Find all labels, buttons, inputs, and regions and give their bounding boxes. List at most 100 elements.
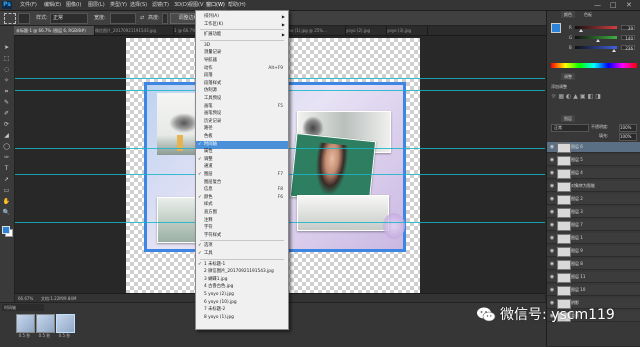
layer-row[interactable]: ◉ 图层 7 bbox=[547, 220, 640, 231]
dodge-tool-icon[interactable]: ◯ bbox=[2, 143, 11, 151]
swatches-panel-tab[interactable]: 色板 bbox=[581, 11, 595, 18]
document-tab[interactable]: mx (1).jpg @ 25%... bbox=[285, 26, 346, 35]
eye-icon[interactable]: ◉ bbox=[549, 144, 555, 150]
width-field[interactable] bbox=[110, 13, 136, 24]
tool-preset-picker[interactable] bbox=[18, 13, 30, 24]
animation-frame[interactable] bbox=[36, 314, 55, 333]
eye-icon[interactable]: ◉ bbox=[549, 170, 555, 176]
move-tool-icon[interactable]: ➤ bbox=[2, 44, 11, 52]
document-tab[interactable]: 微信图片_20170921191543.jpg bbox=[93, 26, 174, 35]
menu-3[interactable]: 图像(I) bbox=[64, 0, 83, 10]
layer-thumbnail bbox=[557, 208, 571, 218]
eye-icon[interactable]: ◉ bbox=[549, 274, 555, 280]
zoom-tool-icon[interactable]: 🔍 bbox=[2, 209, 11, 217]
eye-icon[interactable]: ◉ bbox=[549, 287, 555, 293]
layer-row[interactable]: ◉ 对象转为智能 bbox=[547, 181, 640, 192]
menu-11[interactable]: 帮助(H) bbox=[226, 0, 248, 10]
slider-value-field[interactable]: 236 bbox=[621, 45, 635, 51]
type-tool-icon[interactable]: T bbox=[2, 165, 11, 173]
window-menu-item[interactable]: 扩展功能 ▶ bbox=[196, 31, 288, 39]
lasso-tool-icon[interactable]: ◌ bbox=[2, 66, 11, 74]
blend-mode-select[interactable]: 正常 bbox=[551, 124, 589, 132]
foreground-color-icon[interactable] bbox=[2, 226, 10, 234]
layer-row[interactable]: ◉ 图层 1 bbox=[547, 233, 640, 244]
eye-icon[interactable]: ◉ bbox=[549, 235, 555, 241]
eye-icon[interactable]: ◉ bbox=[549, 222, 555, 228]
color-slider[interactable] bbox=[575, 46, 617, 49]
close-button[interactable]: ✕ bbox=[626, 0, 632, 10]
layer-row[interactable]: ◉ 图层 2 bbox=[547, 194, 640, 205]
eye-icon[interactable]: ◉ bbox=[549, 209, 555, 215]
eye-icon[interactable]: ◉ bbox=[549, 196, 555, 202]
layer-row[interactable]: ◉ 图层 5 bbox=[547, 155, 640, 166]
layer-row[interactable]: ◉ 图层 3 bbox=[547, 207, 640, 218]
layer-row[interactable]: ◉ 图层 11 bbox=[547, 272, 640, 283]
layer-row[interactable]: ◉ 图层 6 bbox=[547, 142, 640, 153]
eye-icon[interactable]: ◉ bbox=[549, 183, 555, 189]
height-field[interactable] bbox=[162, 13, 168, 24]
history-brush-icon[interactable]: ⟳ bbox=[2, 121, 11, 129]
document-tab[interactable]: yoyo (3).jpg bbox=[385, 26, 428, 35]
flower-decoration bbox=[383, 213, 405, 239]
layer-row[interactable]: ◉ 图层 10 bbox=[547, 285, 640, 296]
menu-1[interactable]: 文件(F) bbox=[18, 0, 39, 10]
path-select-icon[interactable]: ➚ bbox=[2, 176, 11, 184]
document-tab[interactable]: yoyo (2).jpg bbox=[344, 26, 387, 35]
window-menu-item[interactable]: ✓ 工具 bbox=[196, 250, 288, 258]
opacity-field[interactable]: 100% bbox=[619, 124, 637, 132]
marquee-tool-icon[interactable]: ⬚ bbox=[2, 55, 11, 63]
options-bar: 样式: 正常 宽度: ⇄ 高度: 调整边缘... bbox=[0, 11, 640, 26]
document-tab[interactable]: 未标题-1 @ 66.7% (图层 6, RGB/8#) bbox=[14, 26, 95, 35]
eye-icon[interactable]: ◉ bbox=[549, 261, 555, 267]
minimize-button[interactable]: — bbox=[594, 0, 601, 10]
slider-handle[interactable] bbox=[579, 29, 584, 32]
layers-panel-tab[interactable]: 图层 bbox=[561, 115, 575, 122]
slider-value-field[interactable]: 39 bbox=[621, 25, 635, 31]
eye-icon[interactable]: ◉ bbox=[549, 248, 555, 254]
color-ramp[interactable] bbox=[551, 63, 637, 68]
layer-row[interactable]: ◉ 图层 9 bbox=[547, 246, 640, 257]
hand-tool-icon[interactable]: ✋ bbox=[2, 198, 11, 206]
frame-delay[interactable]: 0.5 秒 bbox=[36, 333, 53, 339]
menu-7[interactable]: 滤镜(T) bbox=[150, 0, 171, 10]
adjustment-icons[interactable]: ☼▦◐▲▣◧◨ bbox=[551, 93, 637, 107]
animation-frame[interactable] bbox=[56, 314, 75, 333]
swap-icon[interactable]: ⇄ bbox=[140, 13, 144, 23]
menu-2[interactable]: 编辑(E) bbox=[42, 0, 63, 10]
slider-handle[interactable] bbox=[596, 39, 601, 42]
eyedropper-icon[interactable]: ✎ bbox=[2, 99, 11, 107]
marquee-tool-icon[interactable] bbox=[4, 13, 16, 24]
slider-value-field[interactable]: 140 bbox=[621, 35, 635, 41]
crop-tool-icon[interactable]: ⌗ bbox=[2, 88, 11, 96]
maximize-button[interactable]: □ bbox=[610, 0, 617, 10]
slider-handle[interactable] bbox=[612, 49, 617, 52]
fill-label: 填充: bbox=[599, 133, 609, 138]
fill-field[interactable]: 100% bbox=[619, 133, 637, 141]
timeline-tab[interactable]: 时间轴 bbox=[2, 304, 44, 311]
layer-thumbnail bbox=[557, 182, 571, 192]
animation-frame[interactable] bbox=[16, 314, 35, 333]
quick-select-icon[interactable]: ✧ bbox=[2, 77, 11, 85]
layer-row[interactable]: ◉ 图层 8 bbox=[547, 259, 640, 270]
color-panel-tab[interactable]: 颜色 bbox=[561, 11, 575, 18]
layer-thumbnail bbox=[557, 169, 571, 179]
frame-delay[interactable]: 0.5 秒 bbox=[56, 333, 73, 339]
frame-delay[interactable]: 0.5 秒 bbox=[16, 333, 33, 339]
eye-icon[interactable]: ◉ bbox=[549, 157, 555, 163]
adjustments-panel-tab[interactable]: 调整 bbox=[561, 73, 575, 80]
layer-row[interactable]: ◉ 图层 4 bbox=[547, 168, 640, 179]
layer-name: 图层 11 bbox=[571, 274, 586, 279]
menu-6[interactable]: 选择(S) bbox=[128, 0, 149, 10]
menu-5[interactable]: 类型(Y) bbox=[108, 0, 129, 10]
window-menu-item[interactable]: 工作区(K) ▶ bbox=[196, 21, 288, 29]
window-menu-item[interactable]: 8 yoyo (1).jpg bbox=[196, 314, 288, 322]
gradient-tool-icon[interactable]: ◢ bbox=[2, 132, 11, 140]
pen-tool-icon[interactable]: ✑ bbox=[2, 154, 11, 162]
menu-10[interactable]: 窗口(W) bbox=[204, 0, 227, 10]
window-menu-item[interactable]: 字符样式 bbox=[196, 232, 288, 240]
shape-tool-icon[interactable]: ▭ bbox=[2, 187, 11, 195]
menu-4[interactable]: 图层(L) bbox=[86, 0, 107, 10]
foreground-color-swatch[interactable] bbox=[551, 23, 561, 33]
healing-brush-icon[interactable]: ✐ bbox=[2, 110, 11, 118]
style-select[interactable]: 正常 bbox=[50, 13, 88, 24]
